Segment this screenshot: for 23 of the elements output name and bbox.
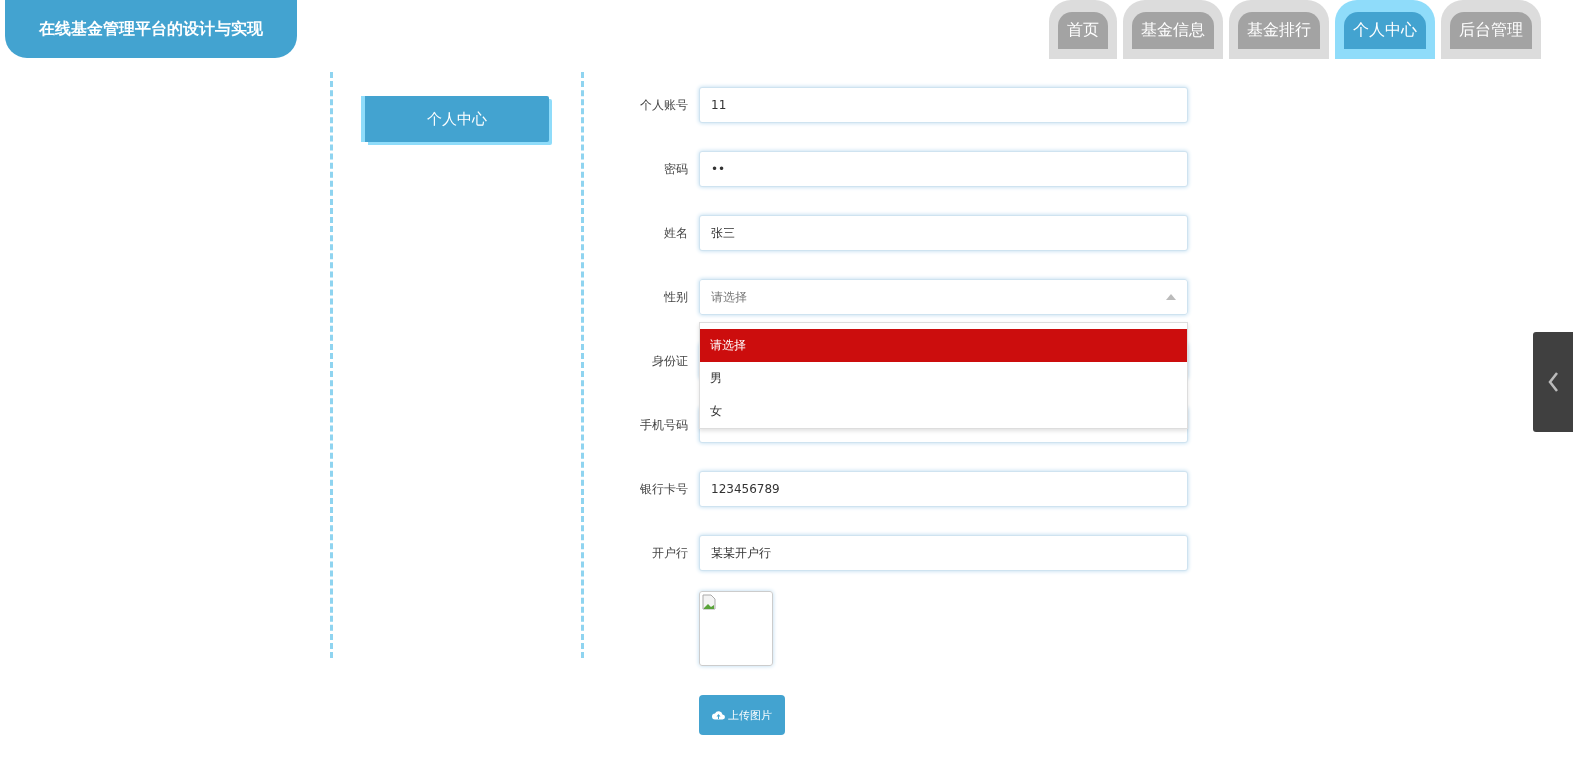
select-field[interactable]: 请选择 [699,279,1188,315]
field-label: 性别 [663,288,689,306]
chevron-left-icon [1547,371,1559,393]
field-label: 开户行 [651,544,689,562]
field-label: 身份证 [651,352,689,370]
input-field[interactable]: 11 [699,87,1188,123]
input-field[interactable]: 张三 [699,215,1188,251]
caret-icon [1166,294,1176,300]
field-label: 银行卡号 [639,480,689,498]
field-label: 姓名 [663,224,689,242]
site-title: 在线基金管理平台的设计与实现 [5,0,297,58]
collapse-button[interactable] [1533,332,1573,432]
input-field[interactable]: •• [699,151,1188,187]
cloud-upload-icon [712,710,725,720]
input-field[interactable]: 某某开户行 [699,535,1188,571]
dropdown-option[interactable]: 男 [700,362,1187,395]
field-label: 手机号码 [639,416,689,434]
field-label: 密码 [663,160,689,178]
dropdown-option[interactable]: 女 [700,395,1187,428]
dropdown-option[interactable]: 请选择 [700,329,1187,362]
input-field[interactable]: 123456789 [699,471,1188,507]
field-label: 个人账号 [639,96,689,114]
broken-image-icon [702,594,716,610]
